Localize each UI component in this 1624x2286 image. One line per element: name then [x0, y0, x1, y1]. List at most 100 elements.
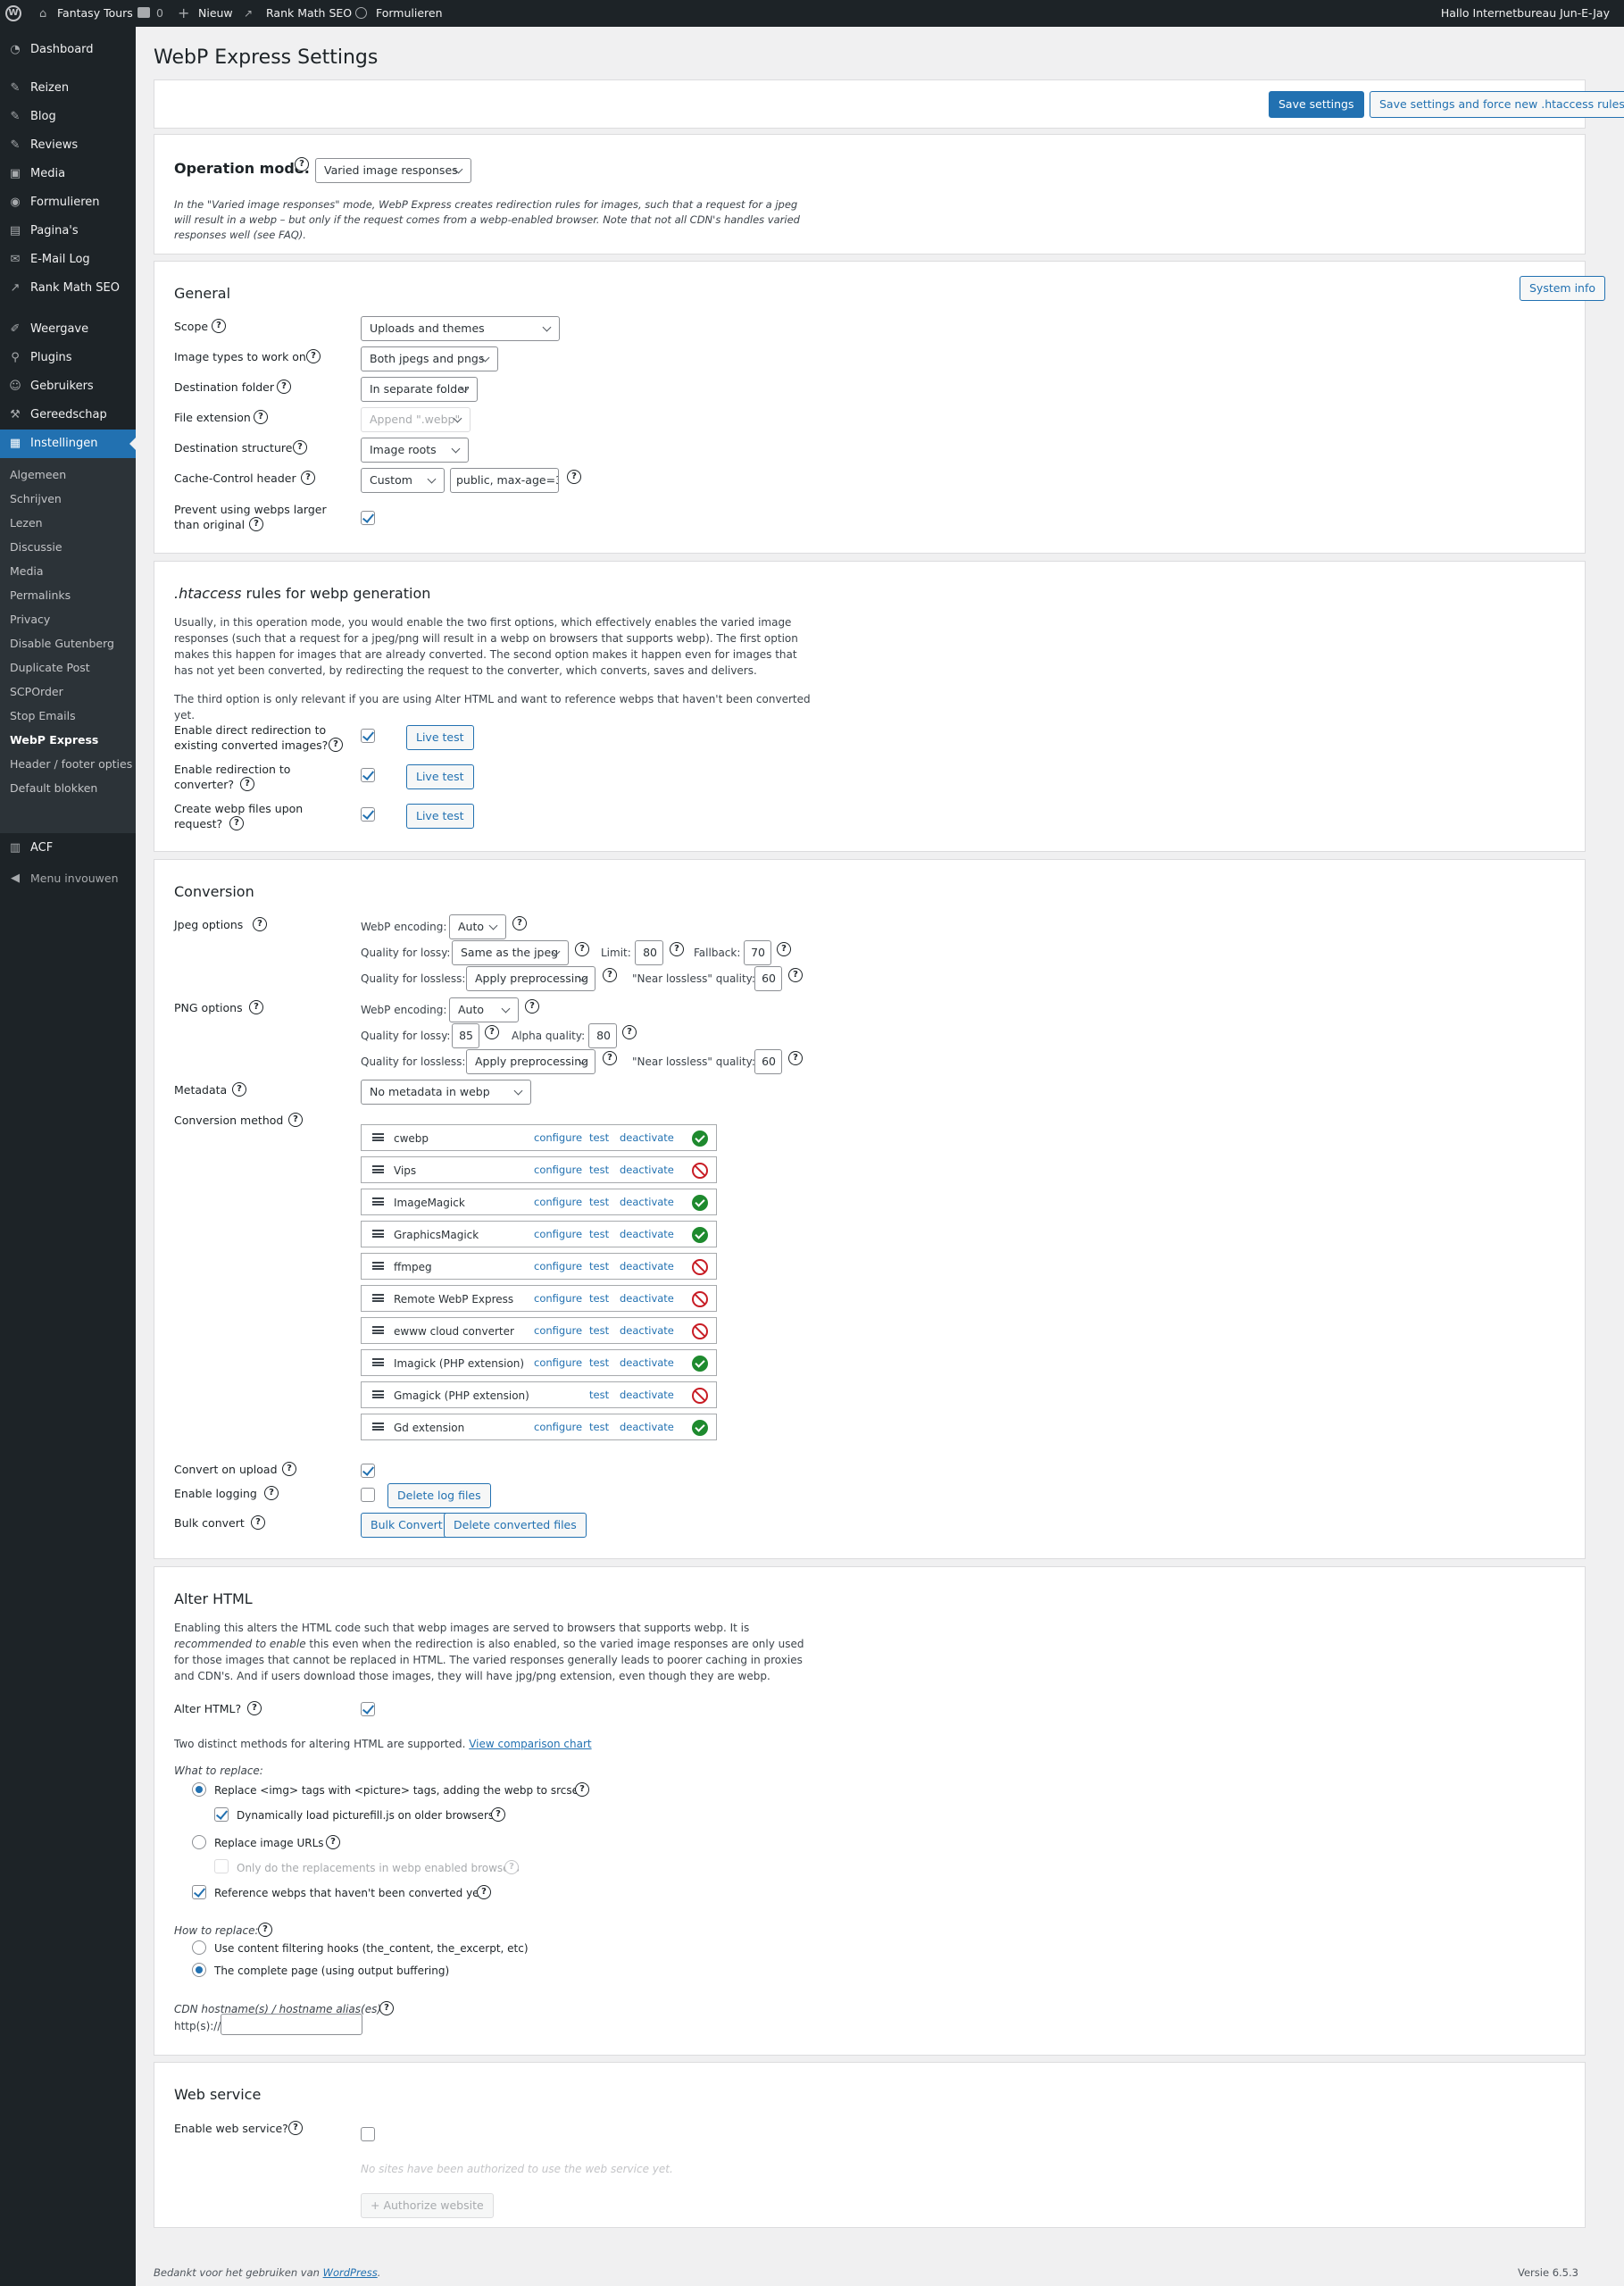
- converter-row-cwebp[interactable]: cwebp configure test deactivate: [361, 1124, 717, 1151]
- help-icon[interactable]: ?: [329, 738, 343, 752]
- image-types-select[interactable]: Both jpegs and pngs: [361, 346, 498, 371]
- menu-dashboard[interactable]: ◔ Dashboard: [0, 36, 136, 64]
- submenu-duplicate-post[interactable]: Duplicate Post: [0, 655, 136, 680]
- help-icon[interactable]: ?: [277, 380, 291, 394]
- jpeg-quality-lossy-select[interactable]: Same as the jpeg: [452, 940, 569, 965]
- help-icon[interactable]: ?: [485, 1025, 499, 1039]
- menu-reviews[interactable]: ✎ Reviews: [0, 131, 136, 160]
- test-link[interactable]: test: [589, 1356, 609, 1371]
- enable-logging-checkbox[interactable]: [361, 1488, 375, 1502]
- png-alpha-quality-input[interactable]: 80: [588, 1023, 617, 1048]
- authorize-website-button[interactable]: + Authorize website: [361, 2193, 494, 2218]
- cdn-hostname-input[interactable]: [221, 2014, 362, 2035]
- drag-handle-icon[interactable]: [372, 1165, 384, 1173]
- jpeg-fallback-input[interactable]: 70: [744, 940, 771, 965]
- submenu-algemeen[interactable]: Algemeen: [0, 463, 136, 487]
- live-test-button-1[interactable]: Live test: [406, 725, 474, 750]
- submenu-permalinks[interactable]: Permalinks: [0, 583, 136, 607]
- new-link[interactable]: Nieuw: [198, 6, 233, 21]
- prevent-larger-checkbox[interactable]: [361, 511, 375, 525]
- menu-email-log[interactable]: ✉ E-Mail Log: [0, 246, 136, 274]
- picturefill-checkbox[interactable]: [214, 1807, 229, 1822]
- help-icon[interactable]: ?: [293, 440, 307, 455]
- test-link[interactable]: test: [589, 1292, 609, 1306]
- configure-link[interactable]: configure: [534, 1131, 582, 1146]
- drag-handle-icon[interactable]: [372, 1390, 384, 1398]
- converter-row-remote-webp-express[interactable]: Remote WebP Express configure test deactiva…: [361, 1285, 717, 1312]
- test-link[interactable]: test: [589, 1421, 609, 1435]
- png-quality-lossless-select[interactable]: Apply preprocessing: [466, 1049, 595, 1074]
- delete-converted-button[interactable]: Delete converted files: [444, 1513, 587, 1538]
- deactivate-link[interactable]: deactivate: [620, 1196, 674, 1210]
- metadata-select[interactable]: No metadata in webp: [361, 1080, 531, 1105]
- submenu-lezen[interactable]: Lezen: [0, 511, 136, 535]
- drag-handle-icon[interactable]: [372, 1262, 384, 1270]
- test-link[interactable]: test: [589, 1260, 609, 1274]
- help-icon[interactable]: ?: [249, 1000, 263, 1014]
- help-icon[interactable]: ?: [491, 1807, 505, 1822]
- configure-link[interactable]: configure: [534, 1421, 582, 1435]
- submenu-header-footer[interactable]: Header / footer opties: [0, 752, 136, 776]
- help-icon[interactable]: ?: [788, 968, 803, 982]
- png-near-lossless-input[interactable]: 60: [754, 1049, 782, 1074]
- submenu-stop-emails[interactable]: Stop Emails: [0, 704, 136, 728]
- help-icon[interactable]: ?: [477, 1885, 491, 1899]
- direct-redirection-checkbox[interactable]: [361, 729, 375, 743]
- submenu-webp-express[interactable]: WebP Express: [0, 728, 136, 752]
- only-webp-browsers-checkbox[interactable]: [214, 1859, 229, 1873]
- menu-gebruikers[interactable]: ☺ Gebruikers: [0, 372, 136, 401]
- drag-handle-icon[interactable]: [372, 1326, 384, 1334]
- jpeg-near-lossless-input[interactable]: 60: [754, 966, 782, 991]
- submenu-disable-gutenberg[interactable]: Disable Gutenberg: [0, 631, 136, 655]
- help-icon[interactable]: ?: [575, 1782, 589, 1797]
- reference-unconverted-checkbox[interactable]: [192, 1885, 206, 1899]
- forms-link[interactable]: Formulieren: [376, 6, 443, 21]
- deactivate-link[interactable]: deactivate: [620, 1421, 674, 1435]
- menu-formulieren[interactable]: ◉ Formulieren: [0, 188, 136, 217]
- cache-control-input[interactable]: public, max-age=3153600: [450, 468, 559, 493]
- help-icon[interactable]: ?: [247, 1701, 262, 1715]
- menu-instellingen[interactable]: ▦ Instellingen: [0, 430, 136, 458]
- help-icon[interactable]: ?: [603, 1051, 617, 1065]
- complete-page-radio[interactable]: [192, 1963, 206, 1977]
- menu-acf[interactable]: ▥ ACF: [0, 834, 136, 863]
- deactivate-link[interactable]: deactivate: [620, 1292, 674, 1306]
- help-icon[interactable]: ?: [288, 2121, 303, 2135]
- destination-folder-select[interactable]: In separate folder: [361, 377, 478, 402]
- help-icon[interactable]: ?: [253, 917, 267, 931]
- help-icon[interactable]: ?: [512, 916, 527, 930]
- replace-urls-radio[interactable]: [192, 1835, 206, 1849]
- jpeg-limit-input[interactable]: 80: [635, 940, 663, 965]
- operation-mode-select[interactable]: Varied image responses: [315, 158, 471, 183]
- deactivate-link[interactable]: deactivate: [620, 1356, 674, 1371]
- help-icon[interactable]: ?: [567, 470, 581, 484]
- converter-row-gd[interactable]: Gd extension configure test deactivate: [361, 1414, 717, 1440]
- deactivate-link[interactable]: deactivate: [620, 1131, 674, 1146]
- drag-handle-icon[interactable]: [372, 1230, 384, 1238]
- drag-handle-icon[interactable]: [372, 1422, 384, 1431]
- converter-row-gmagick[interactable]: Gmagick (PHP extension) test deactivate: [361, 1381, 717, 1408]
- menu-paginas[interactable]: ▤ Pagina's: [0, 217, 136, 246]
- deactivate-link[interactable]: deactivate: [620, 1164, 674, 1178]
- configure-link[interactable]: configure: [534, 1324, 582, 1339]
- content-hooks-radio[interactable]: [192, 1940, 206, 1955]
- help-icon[interactable]: ?: [301, 471, 315, 485]
- save-force-htaccess-button[interactable]: Save settings and force new .htaccess ru…: [1370, 91, 1624, 118]
- help-icon[interactable]: ?: [212, 319, 226, 333]
- help-icon[interactable]: ?: [525, 999, 539, 1014]
- deactivate-link[interactable]: deactivate: [620, 1228, 674, 1242]
- test-link[interactable]: test: [589, 1196, 609, 1210]
- help-icon[interactable]: ?: [777, 942, 791, 956]
- jpeg-encoding-select[interactable]: Auto: [449, 914, 506, 939]
- system-info-button[interactable]: System info: [1520, 276, 1606, 301]
- png-quality-lossy-input[interactable]: 85: [452, 1023, 479, 1048]
- converter-row-ewww[interactable]: ewww cloud converter configure test deactiv…: [361, 1317, 717, 1344]
- scope-select[interactable]: Uploads and themes: [361, 316, 560, 341]
- submenu-privacy[interactable]: Privacy: [0, 607, 136, 631]
- help-icon[interactable]: ?: [379, 2001, 394, 2015]
- comparison-chart-link[interactable]: View comparison chart: [469, 1738, 591, 1750]
- help-icon[interactable]: ?: [251, 1515, 265, 1530]
- deactivate-link[interactable]: deactivate: [620, 1260, 674, 1274]
- converter-row-imagick[interactable]: Imagick (PHP extension) configure test deac…: [361, 1349, 717, 1376]
- menu-gereedschap[interactable]: ⚒ Gereedschap: [0, 401, 136, 430]
